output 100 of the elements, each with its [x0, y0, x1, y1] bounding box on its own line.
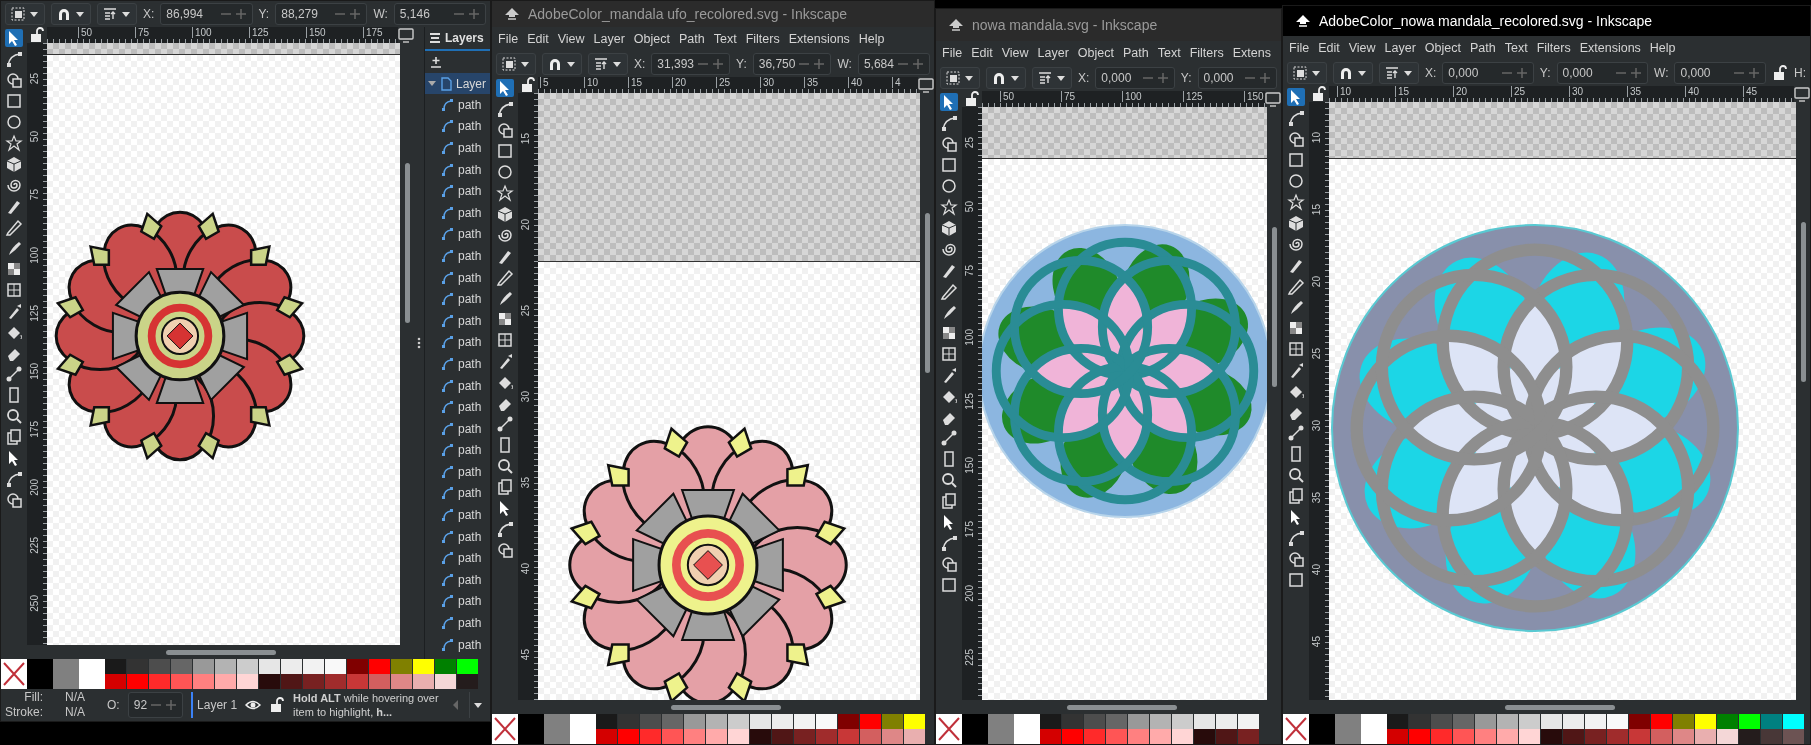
- ruler-label: 25: [520, 305, 531, 317]
- menu-item[interactable]: Object: [1077, 43, 1114, 63]
- status-message: Hold ALT while hovering over item to highlight, h...: [293, 691, 440, 719]
- menu-item[interactable]: File: [942, 43, 963, 63]
- menu-item[interactable]: Layer: [1037, 43, 1069, 63]
- ruler-label: 75: [135, 27, 150, 38]
- menu-item[interactable]: Layer: [593, 29, 625, 49]
- tree-item[interactable]: path: [425, 396, 490, 418]
- number-field[interactable]: 5,684: [857, 53, 930, 75]
- number-field[interactable]: 0,000: [1095, 67, 1175, 89]
- tree-item[interactable]: path: [425, 374, 490, 397]
- tree-item[interactable]: path: [425, 201, 490, 224]
- number-field[interactable]: 5,146: [393, 3, 486, 25]
- ruler-label: 50: [78, 27, 93, 38]
- tree-item[interactable]: path: [425, 180, 490, 202]
- ruler-label: 25: [1511, 86, 1526, 97]
- tree-item[interactable]: path: [425, 245, 490, 267]
- menu-item[interactable]: Extens: [1232, 43, 1271, 63]
- menu-item[interactable]: Object: [1424, 38, 1461, 58]
- menu-item[interactable]: Text: [1504, 38, 1528, 58]
- tree-item[interactable]: path: [425, 569, 490, 591]
- menu-item[interactable]: View: [1348, 38, 1376, 58]
- ruler-label: 75: [964, 265, 975, 277]
- number-field[interactable]: 88,279: [275, 3, 368, 25]
- menu-item[interactable]: Extensions: [1579, 38, 1641, 58]
- menu-item[interactable]: Layer: [1384, 38, 1416, 58]
- field-label: Y:: [258, 6, 270, 23]
- menu-item[interactable]: Filters: [1189, 43, 1224, 63]
- tree-item[interactable]: path: [425, 94, 490, 116]
- ruler-label: 35: [1311, 492, 1322, 504]
- menu-item[interactable]: Path: [679, 29, 705, 49]
- number-field[interactable]: 86,994: [160, 3, 253, 25]
- menu-item[interactable]: File: [498, 29, 519, 49]
- tree-item[interactable]: path: [425, 612, 490, 634]
- tree-item[interactable]: path: [425, 115, 490, 138]
- menu-item[interactable]: View: [557, 29, 585, 49]
- number-field[interactable]: 0,000: [1442, 62, 1534, 84]
- window-title: nowa mandala.svg - Inkscape: [972, 15, 1158, 35]
- ruler-label: 4: [892, 77, 901, 88]
- menu-item[interactable]: Edit: [971, 43, 993, 63]
- tree-item[interactable]: path: [425, 158, 490, 181]
- ruler-label: 20: [520, 219, 531, 231]
- tree-item[interactable]: path: [425, 417, 490, 440]
- window-title: AdobeColor_mandala ufo_recolored.svg - Inkscape: [528, 4, 848, 24]
- menu-item[interactable]: Path: [1470, 38, 1496, 58]
- tree-item[interactable]: path: [425, 525, 490, 548]
- tree-item[interactable]: path: [425, 482, 490, 505]
- ruler-label: 100: [1122, 91, 1142, 102]
- ruler-label: 45: [1311, 636, 1322, 648]
- tree-item[interactable]: path: [425, 223, 490, 246]
- menu-item[interactable]: Edit: [527, 29, 549, 49]
- layer-row[interactable]: Layer: [425, 73, 490, 94]
- menu-item[interactable]: Filters: [1536, 38, 1571, 58]
- ruler-label: 45: [520, 649, 531, 661]
- menu-item[interactable]: Edit: [1318, 38, 1340, 58]
- tree-item[interactable]: path: [425, 266, 490, 289]
- panel-tab[interactable]: Layers: [445, 29, 484, 47]
- field-label: Y:: [736, 56, 747, 73]
- ruler-label: 35: [520, 477, 531, 489]
- stroke-label: Stroke:: [5, 705, 43, 720]
- layer-selector[interactable]: Layer 1: [191, 692, 238, 718]
- ruler-label: 225: [29, 537, 40, 554]
- tree-item[interactable]: path: [425, 331, 490, 354]
- ruler-label: 15: [1395, 86, 1410, 97]
- tree-item[interactable]: path: [425, 137, 490, 159]
- tree-item[interactable]: path: [425, 504, 490, 526]
- tree-item[interactable]: path: [425, 439, 490, 462]
- ruler-label: 30: [1311, 420, 1322, 432]
- menu-item[interactable]: Help: [1649, 38, 1676, 58]
- menu-item[interactable]: Filters: [745, 29, 780, 49]
- number-field[interactable]: 36,750: [752, 53, 832, 75]
- tree-item[interactable]: path: [425, 288, 490, 310]
- ruler-label: 125: [249, 27, 269, 38]
- tree-item[interactable]: path: [425, 633, 490, 656]
- number-field[interactable]: 0,000: [1556, 62, 1649, 84]
- menu-item[interactable]: Path: [1123, 43, 1149, 63]
- menu-item[interactable]: Text: [713, 29, 737, 49]
- menu-item[interactable]: File: [1289, 38, 1310, 58]
- tree-item[interactable]: path: [425, 547, 490, 570]
- ruler-label: 50: [1000, 91, 1015, 102]
- tree-item[interactable]: path: [425, 353, 490, 375]
- menu-item[interactable]: Help: [858, 29, 885, 49]
- opacity-field[interactable]: 92: [127, 692, 184, 718]
- tree-item[interactable]: path: [425, 461, 490, 483]
- ruler-label: 25: [964, 137, 975, 149]
- ruler-label: 10: [1337, 86, 1352, 97]
- ruler-label: 50: [964, 201, 975, 213]
- tree-item[interactable]: path: [425, 590, 490, 613]
- menu-item[interactable]: View: [1001, 43, 1029, 63]
- menu-item[interactable]: Object: [633, 29, 670, 49]
- menu-item[interactable]: Text: [1157, 43, 1181, 63]
- menu-item[interactable]: Extensions: [788, 29, 850, 49]
- number-field[interactable]: 0,000: [1674, 62, 1766, 84]
- number-field[interactable]: 0,000: [1197, 67, 1277, 89]
- ruler-label: 25: [1311, 348, 1322, 360]
- ruler-label: 15: [628, 77, 643, 88]
- tree-item[interactable]: path: [425, 309, 490, 332]
- field-label: Y:: [1539, 65, 1551, 82]
- ruler-label: 100: [192, 27, 212, 38]
- number-field[interactable]: 31,393: [651, 53, 731, 75]
